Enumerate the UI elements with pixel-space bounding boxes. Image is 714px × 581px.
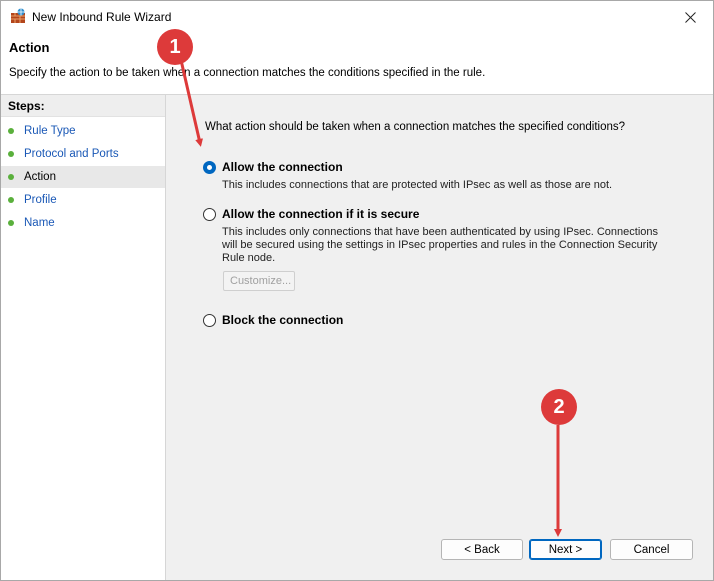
main-content: What action should be taken when a conne… xyxy=(166,95,713,580)
step-label: Name xyxy=(24,217,55,229)
close-button[interactable] xyxy=(667,1,713,33)
step-label: Action xyxy=(24,171,56,183)
block-connection-label[interactable]: Block the connection xyxy=(222,313,343,327)
allow-connection-label[interactable]: Allow the connection xyxy=(222,160,343,174)
allow-secure-radio[interactable] xyxy=(203,208,216,221)
allow-connection-description: This includes connections that are prote… xyxy=(222,179,613,191)
step-rule-type[interactable]: Rule Type xyxy=(1,120,165,142)
close-icon xyxy=(684,11,696,23)
next-button[interactable]: Next > xyxy=(529,539,602,560)
step-status-icon xyxy=(8,151,14,157)
step-label: Rule Type xyxy=(24,125,76,137)
annotation-marker-2: 2 xyxy=(541,389,577,425)
step-name[interactable]: Name xyxy=(1,212,165,234)
window-title: New Inbound Rule Wizard xyxy=(32,10,172,24)
step-label: Profile xyxy=(24,194,57,206)
allow-secure-description-line-2: will be secured using the settings in IP… xyxy=(222,239,658,251)
allow-secure-label[interactable]: Allow the connection if it is secure xyxy=(222,207,419,221)
steps-heading: Steps: xyxy=(1,95,165,117)
step-status-icon xyxy=(8,128,14,134)
firewall-icon xyxy=(11,8,25,23)
step-protocol-and-ports[interactable]: Protocol and Ports xyxy=(1,143,165,165)
page-description: Specify the action to be taken when a co… xyxy=(9,67,486,79)
step-profile[interactable]: Profile xyxy=(1,189,165,211)
step-status-icon xyxy=(8,197,14,203)
annotation-marker-1: 1 xyxy=(157,29,193,65)
allow-secure-description-line-3: Rule node. xyxy=(222,252,276,264)
step-status-icon xyxy=(8,220,14,226)
customize-button[interactable]: Customize... xyxy=(223,271,295,291)
steps-panel: Steps: Rule Type Protocol and Ports Acti… xyxy=(1,95,166,580)
allow-secure-description-line-1: This includes only connections that have… xyxy=(222,226,658,238)
title-bar: New Inbound Rule Wizard xyxy=(1,1,713,33)
back-button[interactable]: < Back xyxy=(441,539,523,560)
block-connection-radio[interactable] xyxy=(203,314,216,327)
page-title: Action xyxy=(9,40,50,55)
step-label: Protocol and Ports xyxy=(24,148,119,160)
page-header: Action Specify the action to be taken wh… xyxy=(1,33,713,95)
cancel-button[interactable]: Cancel xyxy=(610,539,693,560)
step-action[interactable]: Action xyxy=(1,166,165,188)
allow-connection-radio[interactable] xyxy=(203,161,216,174)
question-text: What action should be taken when a conne… xyxy=(205,121,626,133)
wizard-window: New Inbound Rule Wizard Action Specify t… xyxy=(0,0,714,581)
step-status-icon xyxy=(8,174,14,180)
